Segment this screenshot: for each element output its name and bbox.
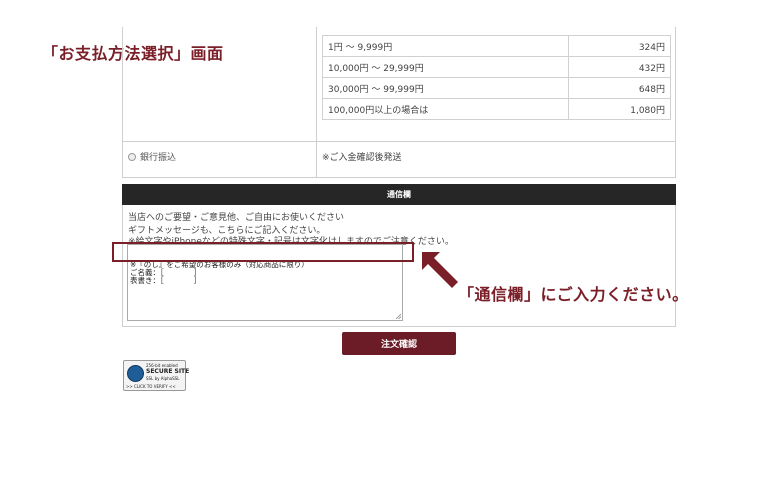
fee-amount-cell: 432円 xyxy=(568,56,671,78)
confirm-order-button[interactable]: 注文確認 xyxy=(342,332,456,355)
fee-amount-cell: 324円 xyxy=(568,35,671,57)
fee-amount-cell: 648円 xyxy=(568,77,671,99)
bank-transfer-note: ※ご入金確認後発送 xyxy=(322,153,402,163)
fee-range-cell: 100,000円以上の場合は xyxy=(322,98,569,120)
arrow-icon xyxy=(422,252,458,288)
bank-transfer-label: 銀行振込 xyxy=(140,153,177,163)
method-row-separator xyxy=(122,141,676,142)
fee-range-cell: 1円 ～ 9,999円 xyxy=(322,35,569,57)
message-instruction: 当店へのご要望・ご意見他、ご自由にお使いください xyxy=(128,213,345,223)
ssl-secure-text: SECURE SITE xyxy=(146,368,190,375)
callout-text: 「通信欄」にご入力ください。 xyxy=(458,285,689,304)
ssl-seal[interactable]: 256-bit enabled SECURE SITE SSL by Alpha… xyxy=(123,360,190,391)
cod-fee-table: 1円 ～ 9,999円 324円 10,000円 ～ 29,999円 432円 … xyxy=(322,35,671,120)
method-column-divider xyxy=(316,27,317,178)
table-row: 10,000円 ～ 29,999円 432円 xyxy=(322,56,671,78)
textarea-text-line: 表書き：［ ］ xyxy=(130,276,202,285)
message-section-header: 通信欄 xyxy=(122,184,676,205)
highlight-frame xyxy=(112,242,414,262)
fee-range-cell: 30,000円 ～ 99,999円 xyxy=(322,77,569,99)
table-row: 100,000円以上の場合は 1,080円 xyxy=(322,98,671,120)
fee-range-cell: 10,000円 ～ 29,999円 xyxy=(322,56,569,78)
ssl-provider-text: SSL by AlphaSSL xyxy=(146,376,180,381)
ssl-lock-icon xyxy=(127,365,144,382)
table-row: 30,000円 ～ 99,999円 648円 xyxy=(322,77,671,99)
ssl-verify-text: >> CLICK TO VERIFY << xyxy=(126,384,176,389)
bank-transfer-radio[interactable] xyxy=(128,152,136,161)
fee-amount-cell: 1,080円 xyxy=(568,98,671,120)
resize-grip-icon[interactable] xyxy=(395,313,401,319)
table-row: 1円 ～ 9,999円 324円 xyxy=(322,35,671,57)
bank-transfer-option[interactable]: 銀行振込 xyxy=(128,150,176,163)
